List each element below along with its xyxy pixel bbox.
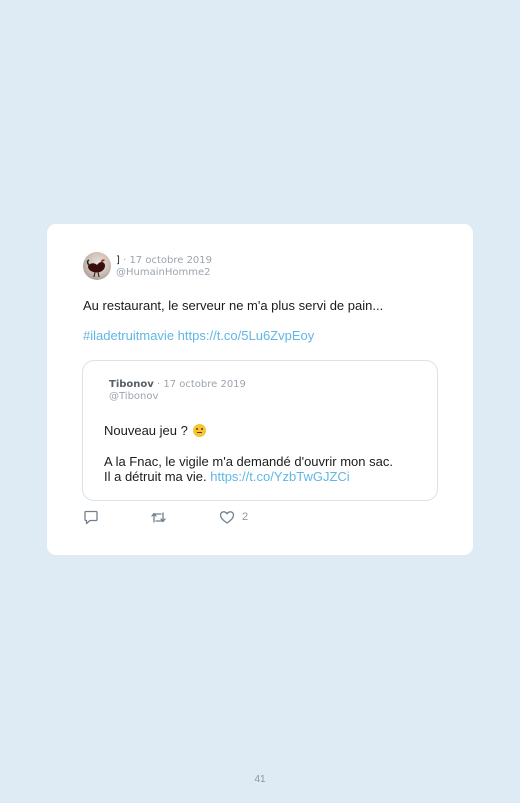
rooster-image [86, 259, 106, 278]
retweet-icon[interactable] [150, 510, 167, 525]
avatar[interactable] [83, 252, 111, 280]
quoted-tweet-line1-text: Nouveau jeu ? [104, 423, 188, 438]
quoted-tweet-line3: Il a détruit ma vie. https://t.co/YzbTwG… [104, 469, 350, 484]
heart-icon[interactable] [219, 510, 235, 525]
quoted-tweet-line1: Nouveau jeu ? [104, 423, 207, 438]
reply-icon[interactable] [83, 510, 99, 525]
winking-face-icon [193, 424, 207, 437]
like-count: 2 [242, 511, 249, 523]
tweet-url-link[interactable]: https://t.co/5Lu6ZvpEoy [178, 328, 315, 343]
hashtag-link[interactable]: #iladetruitmavie [83, 328, 174, 343]
tweet-card: ] · 17 octobre 2019 @HumainHomme2 Au res… [47, 224, 473, 555]
quoted-tweet-line2: A la Fnac, le vigile m'a demandé d'ouvri… [104, 454, 393, 469]
page-number: 41 [254, 774, 266, 785]
quoted-tweet[interactable]: Tibonov · 17 octobre 2019 @Tibonov Nouve… [82, 360, 438, 501]
tweet-meta: ] · 17 octobre 2019 @HumainHomme2 [116, 255, 212, 279]
quoted-author-name[interactable]: Tibonov [109, 379, 154, 390]
tweet-text: Au restaurant, le serveur ne m'a plus se… [83, 298, 384, 313]
quoted-tweet-line3-text: Il a détruit ma vie. [104, 469, 207, 484]
quoted-tweet-url-link[interactable]: https://t.co/YzbTwGJZCi [210, 469, 349, 484]
quoted-tweet-date: · 17 octobre 2019 [153, 379, 246, 390]
quoted-tweet-meta: Tibonov · 17 octobre 2019 @Tibonov [109, 379, 246, 403]
author-handle[interactable]: @HumainHomme2 [116, 267, 212, 279]
quoted-author-handle[interactable]: @Tibonov [109, 391, 246, 403]
tweet-links: #iladetruitmavie https://t.co/5Lu6ZvpEoy [83, 328, 314, 343]
tweet-date[interactable]: · 17 octobre 2019 [120, 255, 212, 266]
